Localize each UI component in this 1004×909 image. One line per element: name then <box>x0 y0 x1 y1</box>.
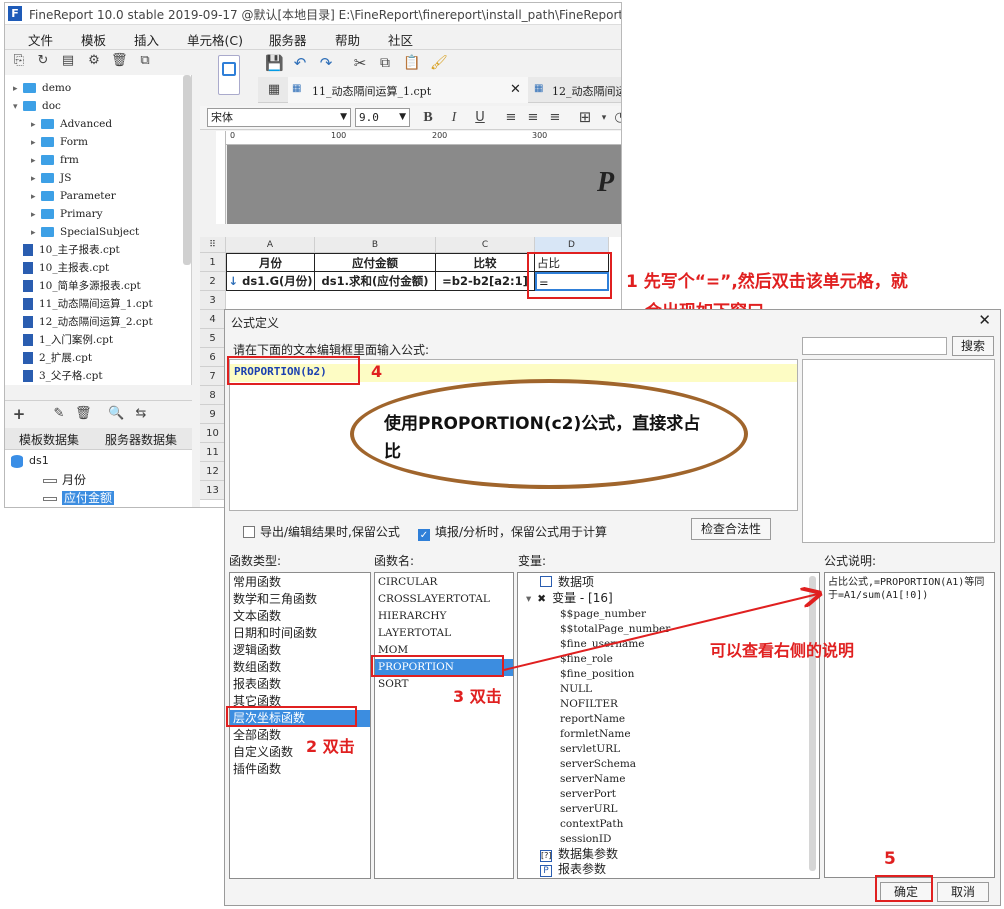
arrow-line <box>503 594 818 671</box>
arrow-overlay <box>503 0 1004 671</box>
